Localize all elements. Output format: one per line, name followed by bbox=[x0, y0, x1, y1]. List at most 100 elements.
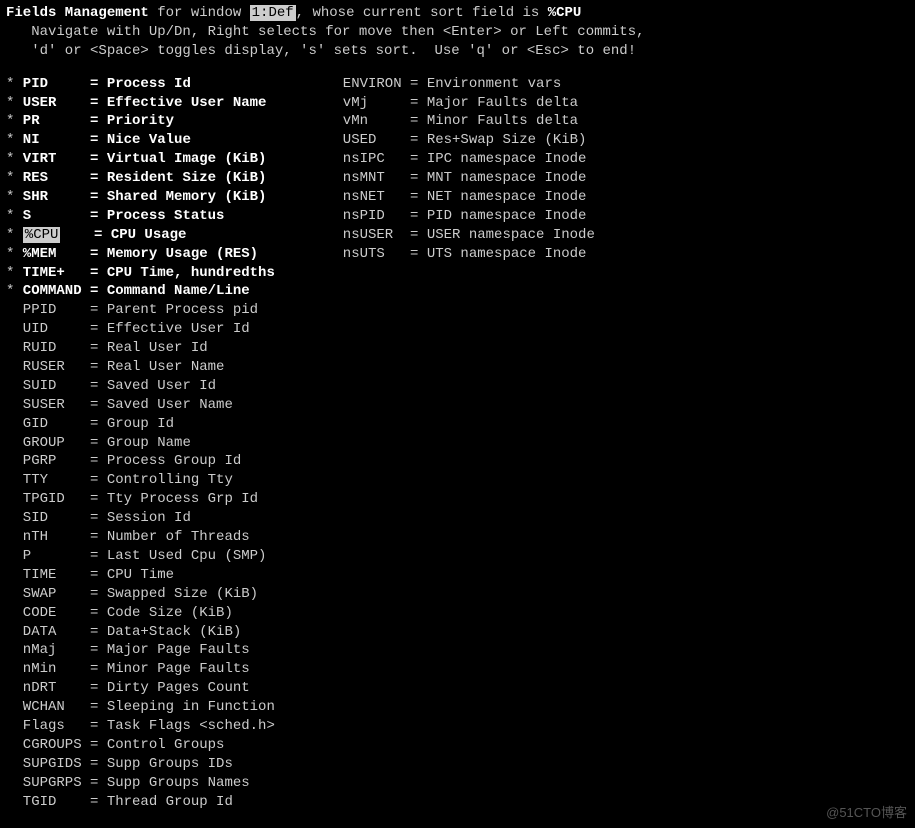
field-name: PPID bbox=[23, 301, 90, 320]
field-row-pgrp[interactable]: PGRP = Process Group Id bbox=[6, 452, 326, 471]
field-name: NI bbox=[23, 131, 90, 150]
field-row-swap[interactable]: SWAP = Swapped Size (KiB) bbox=[6, 585, 326, 604]
field-row-cgroups[interactable]: CGROUPS = Control Groups bbox=[6, 736, 326, 755]
field-active-marker bbox=[6, 679, 23, 698]
field-row-pr[interactable]: * PR = Priority bbox=[6, 112, 326, 131]
field-row-group[interactable]: GROUP = Group Name bbox=[6, 434, 326, 453]
field-row-supgrps[interactable]: SUPGRPS = Supp Groups Names bbox=[6, 774, 326, 793]
field-active-marker bbox=[6, 698, 23, 717]
equals: = bbox=[410, 169, 427, 188]
field-row-nspid[interactable]: nsPID = PID namespace Inode bbox=[326, 207, 595, 226]
field-desc: Parent Process pid bbox=[107, 301, 258, 320]
field-name: VIRT bbox=[23, 150, 90, 169]
field-active-marker bbox=[326, 207, 343, 226]
fields-columns: * PID = Process Id* USER = Effective Use… bbox=[6, 75, 909, 812]
fields-column-2[interactable]: ENVIRON = Environment vars vMj = Major F… bbox=[326, 75, 595, 264]
field-row-tgid[interactable]: TGID = Thread Group Id bbox=[6, 793, 326, 812]
field-name: TPGID bbox=[23, 490, 90, 509]
equals: = bbox=[410, 131, 427, 150]
field-row-supgids[interactable]: SUPGIDS = Supp Groups IDs bbox=[6, 755, 326, 774]
field-row-command[interactable]: * COMMAND = Command Name/Line bbox=[6, 282, 326, 301]
field-name: nMin bbox=[23, 660, 90, 679]
field-row-ppid[interactable]: PPID = Parent Process pid bbox=[6, 301, 326, 320]
field-active-marker: * bbox=[6, 169, 23, 188]
field-active-marker: * bbox=[6, 75, 23, 94]
field-active-marker bbox=[326, 226, 343, 245]
field-name: USED bbox=[343, 131, 410, 150]
field-active-marker bbox=[6, 793, 23, 812]
equals: = bbox=[410, 188, 427, 207]
field-name: GROUP bbox=[23, 434, 90, 453]
field-row-pid[interactable]: * PID = Process Id bbox=[6, 75, 326, 94]
field-name: nDRT bbox=[23, 679, 90, 698]
field-name: UID bbox=[23, 320, 90, 339]
field-row-p[interactable]: P = Last Used Cpu (SMP) bbox=[6, 547, 326, 566]
field-desc: Data+Stack (KiB) bbox=[107, 623, 241, 642]
field-row-nsnet[interactable]: nsNET = NET namespace Inode bbox=[326, 188, 595, 207]
field-row-vmj[interactable]: vMj = Major Faults delta bbox=[326, 94, 595, 113]
field-row-tty[interactable]: TTY = Controlling Tty bbox=[6, 471, 326, 490]
equals: = bbox=[90, 471, 107, 490]
field-desc: Saved User Id bbox=[107, 377, 216, 396]
fields-column-1[interactable]: * PID = Process Id* USER = Effective Use… bbox=[6, 75, 326, 812]
field-desc: PID namespace Inode bbox=[427, 207, 587, 226]
field-desc: Swapped Size (KiB) bbox=[107, 585, 258, 604]
equals: = bbox=[90, 188, 107, 207]
field-row-nsuts[interactable]: nsUTS = UTS namespace Inode bbox=[326, 245, 595, 264]
field-row-uid[interactable]: UID = Effective User Id bbox=[6, 320, 326, 339]
field-desc: Thread Group Id bbox=[107, 793, 233, 812]
field-row-nsuser[interactable]: nsUSER = USER namespace Inode bbox=[326, 226, 595, 245]
field-row-user[interactable]: * USER = Effective User Name bbox=[6, 94, 326, 113]
field-row-ndrt[interactable]: nDRT = Dirty Pages Count bbox=[6, 679, 326, 698]
field-active-marker bbox=[6, 377, 23, 396]
field-row-flags[interactable]: Flags = Task Flags <sched.h> bbox=[6, 717, 326, 736]
field-desc: Saved User Name bbox=[107, 396, 233, 415]
field-name: nsIPC bbox=[343, 150, 410, 169]
field-name: TIME+ bbox=[23, 264, 90, 283]
field-row-res[interactable]: * RES = Resident Size (KiB) bbox=[6, 169, 326, 188]
field-row-s[interactable]: * S = Process Status bbox=[6, 207, 326, 226]
field-row-virt[interactable]: * VIRT = Virtual Image (KiB) bbox=[6, 150, 326, 169]
field-row-shr[interactable]: * SHR = Shared Memory (KiB) bbox=[6, 188, 326, 207]
field-row-wchan[interactable]: WCHAN = Sleeping in Function bbox=[6, 698, 326, 717]
field-name: GID bbox=[23, 415, 90, 434]
field-row-used[interactable]: USED = Res+Swap Size (KiB) bbox=[326, 131, 595, 150]
field-row-ni[interactable]: * NI = Nice Value bbox=[6, 131, 326, 150]
equals: = bbox=[410, 75, 427, 94]
field-active-marker bbox=[6, 528, 23, 547]
field-name: vMj bbox=[343, 94, 410, 113]
field-desc: Controlling Tty bbox=[107, 471, 233, 490]
field-row-ruser[interactable]: RUSER = Real User Name bbox=[6, 358, 326, 377]
field-row-time-[interactable]: * TIME+ = CPU Time, hundredths bbox=[6, 264, 326, 283]
field-row-code[interactable]: CODE = Code Size (KiB) bbox=[6, 604, 326, 623]
field-active-marker bbox=[6, 774, 23, 793]
field-row-nth[interactable]: nTH = Number of Threads bbox=[6, 528, 326, 547]
field-row-suser[interactable]: SUSER = Saved User Name bbox=[6, 396, 326, 415]
equals: = bbox=[90, 358, 107, 377]
field-row-nsmnt[interactable]: nsMNT = MNT namespace Inode bbox=[326, 169, 595, 188]
equals: = bbox=[90, 434, 107, 453]
field-row-suid[interactable]: SUID = Saved User Id bbox=[6, 377, 326, 396]
field-row-nsipc[interactable]: nsIPC = IPC namespace Inode bbox=[326, 150, 595, 169]
help-line-1: Navigate with Up/Dn, Right selects for m… bbox=[6, 23, 909, 42]
field-row-vmn[interactable]: vMn = Minor Faults delta bbox=[326, 112, 595, 131]
field-row-ruid[interactable]: RUID = Real User Id bbox=[6, 339, 326, 358]
field-row-time[interactable]: TIME = CPU Time bbox=[6, 566, 326, 585]
field-row--cpu[interactable]: * %CPU = CPU Usage bbox=[6, 226, 326, 245]
field-row-gid[interactable]: GID = Group Id bbox=[6, 415, 326, 434]
field-row-nmin[interactable]: nMin = Minor Page Faults bbox=[6, 660, 326, 679]
field-row-nmaj[interactable]: nMaj = Major Page Faults bbox=[6, 641, 326, 660]
field-name: SID bbox=[23, 509, 90, 528]
field-row-data[interactable]: DATA = Data+Stack (KiB) bbox=[6, 623, 326, 642]
field-desc: Memory Usage (RES) bbox=[107, 245, 258, 264]
field-active-marker bbox=[326, 131, 343, 150]
field-desc: UTS namespace Inode bbox=[427, 245, 587, 264]
field-row-sid[interactable]: SID = Session Id bbox=[6, 509, 326, 528]
field-active-marker: * bbox=[6, 188, 23, 207]
field-desc: Effective User Name bbox=[107, 94, 267, 113]
field-row--mem[interactable]: * %MEM = Memory Usage (RES) bbox=[6, 245, 326, 264]
field-row-tpgid[interactable]: TPGID = Tty Process Grp Id bbox=[6, 490, 326, 509]
field-row-environ[interactable]: ENVIRON = Environment vars bbox=[326, 75, 595, 94]
equals: = bbox=[90, 112, 107, 131]
field-active-marker bbox=[326, 75, 343, 94]
